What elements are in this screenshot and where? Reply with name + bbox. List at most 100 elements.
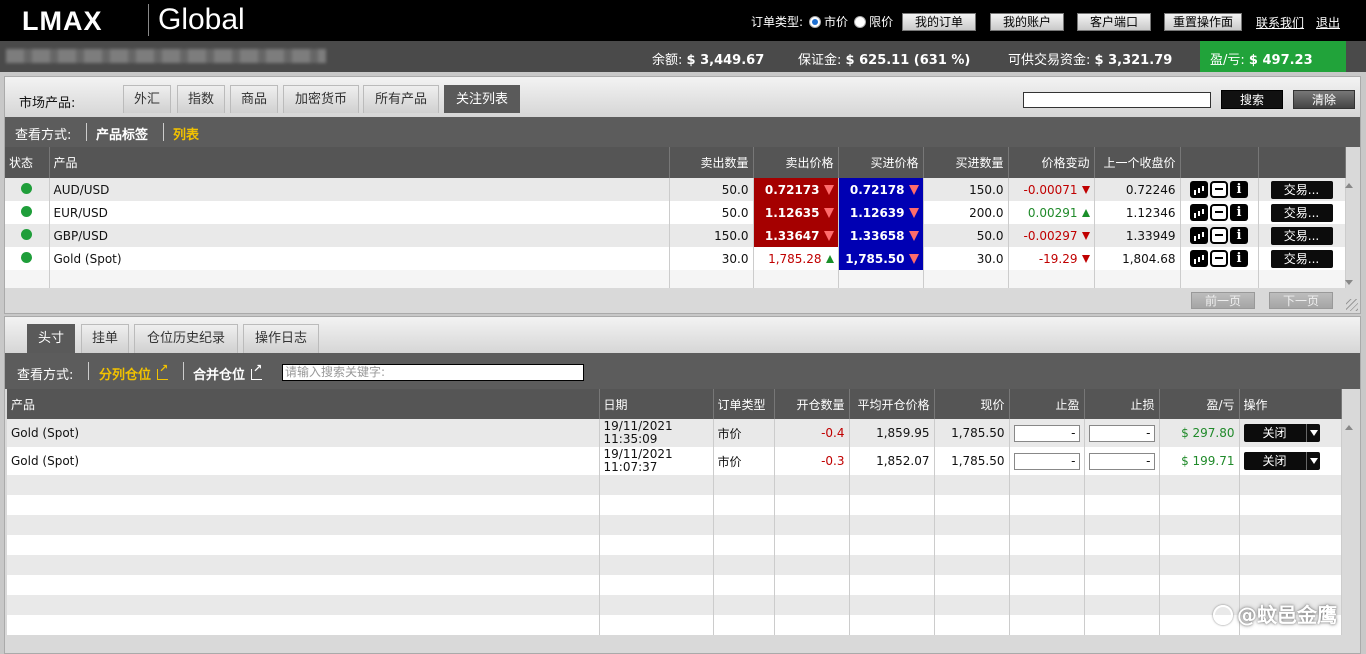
view-split-positions[interactable]: 分列仓位: [99, 362, 168, 383]
scroll-down-icon[interactable]: [1345, 280, 1353, 285]
tab-indices[interactable]: 指数: [177, 85, 225, 113]
tab-all-products[interactable]: 所有产品: [363, 85, 439, 113]
price-down-icon: [823, 231, 834, 241]
view-merged-positions[interactable]: 合并仓位: [193, 362, 262, 383]
clear-button[interactable]: 清除: [1293, 90, 1355, 109]
product-name[interactable]: Gold (Spot): [49, 247, 670, 270]
account-summary-bar: 余额: $ 3,449.67 保证金: $ 625.11 (631 %) 可供交…: [0, 41, 1366, 72]
stop-loss-cell: -: [1084, 447, 1160, 475]
close-position-button[interactable]: 关闭: [1243, 424, 1320, 442]
tab-forex[interactable]: 外汇: [123, 85, 171, 113]
product-name[interactable]: GBP/USD: [49, 224, 670, 247]
tab-crypto[interactable]: 加密货币: [283, 85, 359, 113]
close-position-button[interactable]: 关闭: [1243, 452, 1320, 470]
trade-button[interactable]: 交易...: [1270, 180, 1333, 199]
depth-icon[interactable]: [1210, 181, 1228, 198]
dropdown-arrow-icon[interactable]: [1305, 424, 1320, 442]
chart-icon[interactable]: [1190, 181, 1208, 198]
status-online-icon: [21, 182, 33, 194]
down-arrow-icon: [1081, 232, 1090, 240]
client-portal-button[interactable]: 客户端口: [1077, 13, 1151, 31]
scroll-up-icon[interactable]: [1345, 183, 1353, 188]
resize-grip-icon[interactable]: [1346, 299, 1358, 311]
market-row[interactable]: EUR/USD 50.0 1.12635 1.12639 200.0 0.002…: [5, 201, 1346, 224]
market-scrollbar[interactable]: [1344, 179, 1354, 289]
split-positions-label: 分列仓位: [99, 368, 152, 383]
next-page-button[interactable]: 下一页: [1269, 292, 1333, 309]
tools-cell: [1180, 178, 1259, 201]
positions-table-header: 产品 日期 订单类型 开仓数量 平均开仓价格 现价 止盈 止损 盈/亏 操作: [7, 389, 1342, 419]
status-cell: [5, 201, 50, 224]
col-tools: [1180, 147, 1259, 178]
position-time: 11:35:09: [603, 432, 658, 446]
sell-price-cell[interactable]: 1,785.28: [753, 247, 839, 270]
buy-price-cell[interactable]: 1.12639: [838, 201, 924, 224]
sell-price: 1.12635: [764, 205, 820, 220]
col-product: 产品: [7, 389, 600, 419]
info-icon[interactable]: [1230, 250, 1248, 267]
position-order-type: 市价: [713, 447, 775, 475]
tab-watchlist[interactable]: 关注列表: [444, 85, 520, 113]
empty-row: [5, 270, 1346, 288]
market-radio[interactable]: [809, 15, 822, 28]
tab-positions[interactable]: 头寸: [27, 324, 75, 353]
trade-button[interactable]: 交易...: [1270, 226, 1333, 245]
position-row[interactable]: Gold (Spot) 19/11/2021 11:35:09 市价 -0.4 1…: [7, 419, 1342, 447]
tab-activity-log[interactable]: 操作日志: [243, 324, 319, 353]
chart-icon[interactable]: [1190, 227, 1208, 244]
trade-button[interactable]: 交易...: [1270, 203, 1333, 222]
tab-pending-orders[interactable]: 挂单: [81, 324, 129, 353]
sell-price: 1.33647: [764, 228, 820, 243]
sell-qty: 50.0: [669, 201, 754, 224]
limit-radio[interactable]: [854, 15, 867, 28]
trade-cell: 交易...: [1258, 247, 1346, 270]
dropdown-arrow-icon[interactable]: [1305, 452, 1320, 470]
scroll-up-icon[interactable]: [1345, 425, 1353, 430]
buy-price-cell[interactable]: 1.33658: [838, 224, 924, 247]
down-arrow-icon: [1081, 186, 1090, 194]
sell-price: 0.72173: [764, 182, 820, 197]
sell-price-cell[interactable]: 1.33647: [753, 224, 839, 247]
stop-loss-input[interactable]: -: [1088, 452, 1155, 470]
tab-position-history[interactable]: 仓位历史纪录: [134, 324, 238, 353]
prev-page-button[interactable]: 前一页: [1191, 292, 1255, 309]
buy-price-cell[interactable]: 1,785.50: [838, 247, 924, 270]
depth-icon[interactable]: [1210, 250, 1228, 267]
buy-price-cell[interactable]: 0.72178: [838, 178, 924, 201]
take-profit-input[interactable]: -: [1013, 424, 1080, 442]
positions-tabbar: 头寸 挂单 仓位历史纪录 操作日志: [5, 317, 1360, 353]
sell-price-cell[interactable]: 1.12635: [753, 201, 839, 224]
market-row[interactable]: GBP/USD 150.0 1.33647 1.33658 50.0 -0.00…: [5, 224, 1346, 247]
trade-button[interactable]: 交易...: [1270, 249, 1333, 268]
product-name[interactable]: AUD/USD: [49, 178, 670, 201]
chart-icon[interactable]: [1190, 204, 1208, 221]
my-orders-button[interactable]: 我的订单: [902, 13, 976, 31]
view-list[interactable]: 列表: [173, 124, 199, 143]
reset-layout-button[interactable]: 重置操作面: [1164, 13, 1242, 31]
depth-icon[interactable]: [1210, 204, 1228, 221]
market-option-label: 市价: [824, 15, 849, 29]
my-account-button[interactable]: 我的账户: [990, 13, 1064, 31]
chart-icon[interactable]: [1190, 250, 1208, 267]
depth-icon[interactable]: [1210, 227, 1228, 244]
view-product-tags[interactable]: 产品标签: [96, 124, 148, 143]
contact-us-link[interactable]: 联系我们: [1256, 14, 1304, 31]
search-button[interactable]: 搜索: [1221, 90, 1283, 109]
info-icon[interactable]: [1230, 227, 1248, 244]
positions-search-input[interactable]: 请输入搜索关键字:: [282, 364, 584, 381]
position-row[interactable]: Gold (Spot) 19/11/2021 11:07:37 市价 -0.3 1…: [7, 447, 1342, 475]
market-search-input[interactable]: [1023, 92, 1211, 108]
logout-link[interactable]: 退出: [1316, 14, 1340, 31]
positions-scrollbar[interactable]: [1344, 423, 1354, 623]
tab-commodities[interactable]: 商品: [230, 85, 278, 113]
view-mode-label: 查看方式:: [17, 368, 74, 383]
market-row[interactable]: AUD/USD 50.0 0.72173 0.72178 150.0 -0.00…: [5, 178, 1346, 201]
sell-price-cell[interactable]: 0.72173: [753, 178, 839, 201]
info-icon[interactable]: [1230, 181, 1248, 198]
stop-loss-input[interactable]: -: [1088, 424, 1155, 442]
product-name[interactable]: EUR/USD: [49, 201, 670, 224]
market-row[interactable]: Gold (Spot) 30.0 1,785.28 1,785.50 30.0 …: [5, 247, 1346, 270]
divider: [86, 123, 87, 141]
take-profit-input[interactable]: -: [1013, 452, 1080, 470]
info-icon[interactable]: [1230, 204, 1248, 221]
